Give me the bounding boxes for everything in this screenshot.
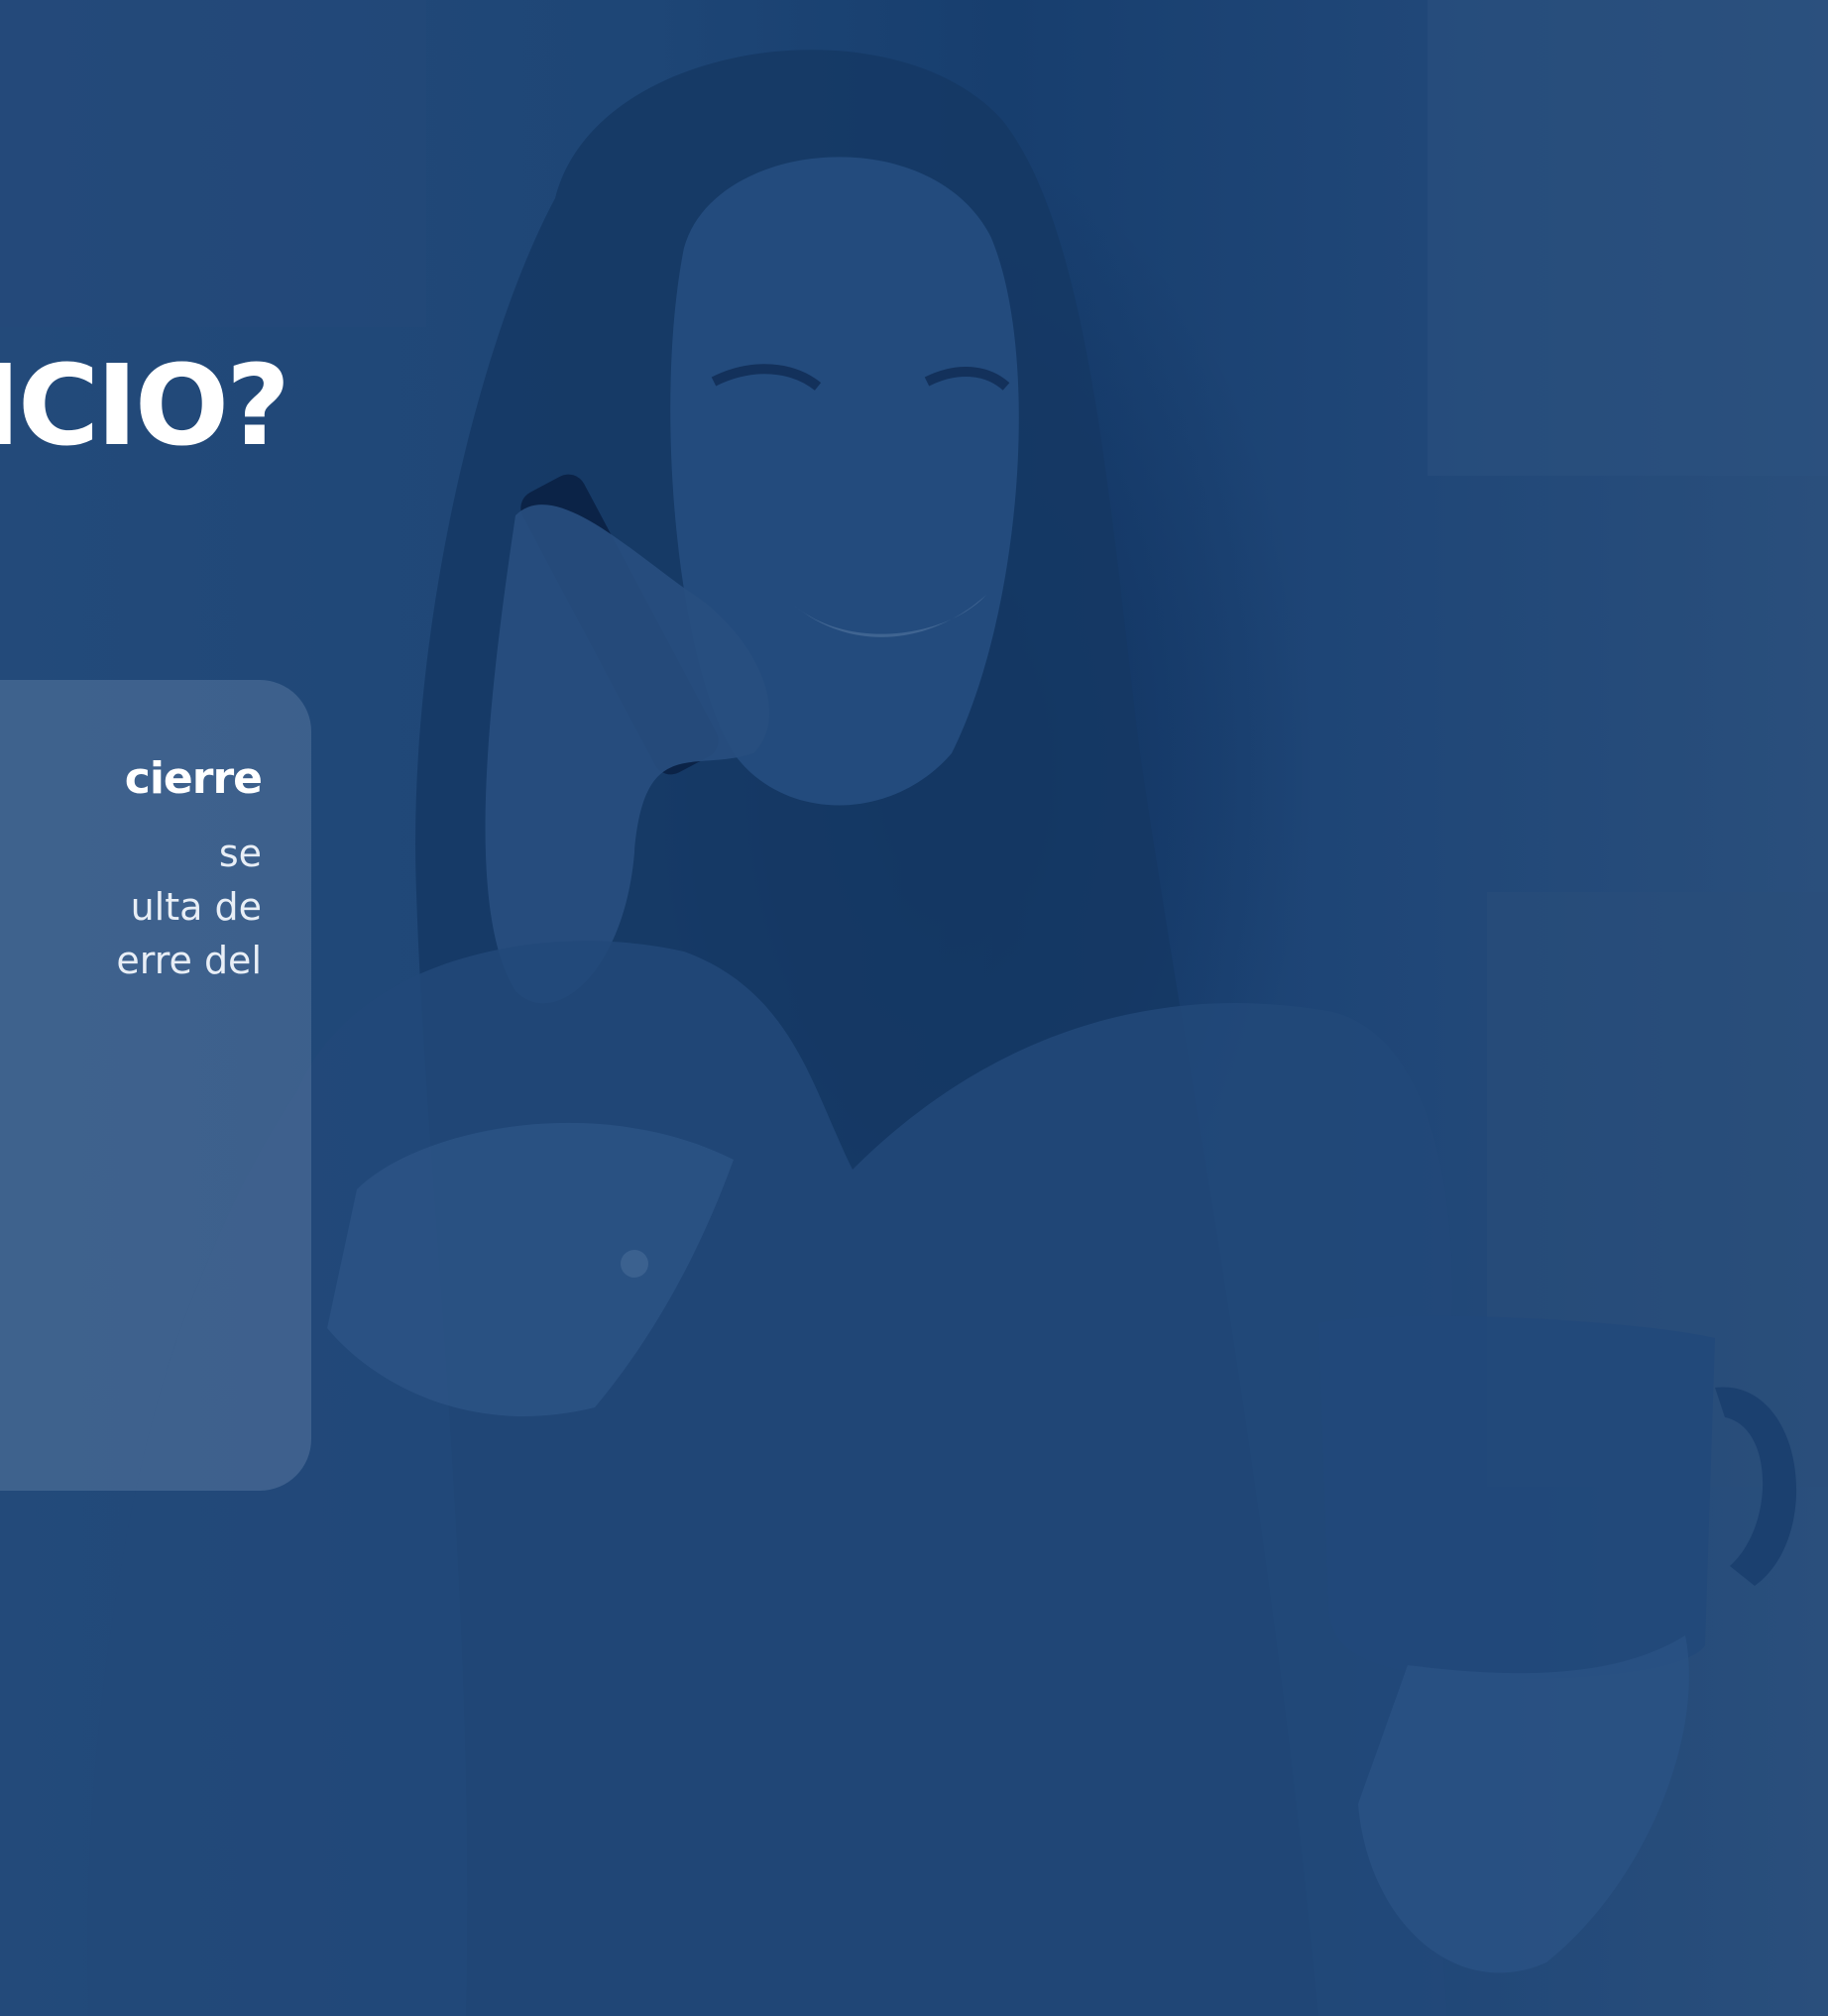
info-card: cierre se ulta de erre del xyxy=(0,680,311,1491)
info-card-line: erre del xyxy=(116,939,262,982)
info-card-text: se ulta de erre del xyxy=(0,827,262,987)
info-card-title: cierre xyxy=(124,753,263,804)
page-heading: ICIO? xyxy=(0,337,287,476)
info-card-content: cierre se ulta de erre del xyxy=(0,749,263,987)
page-heading-text: ICIO? xyxy=(0,342,287,471)
info-card-line: ulta de xyxy=(130,885,262,929)
hero-banner: ICIO? cierre se ulta de erre del xyxy=(0,0,1828,2016)
info-card-line: se xyxy=(218,832,262,875)
